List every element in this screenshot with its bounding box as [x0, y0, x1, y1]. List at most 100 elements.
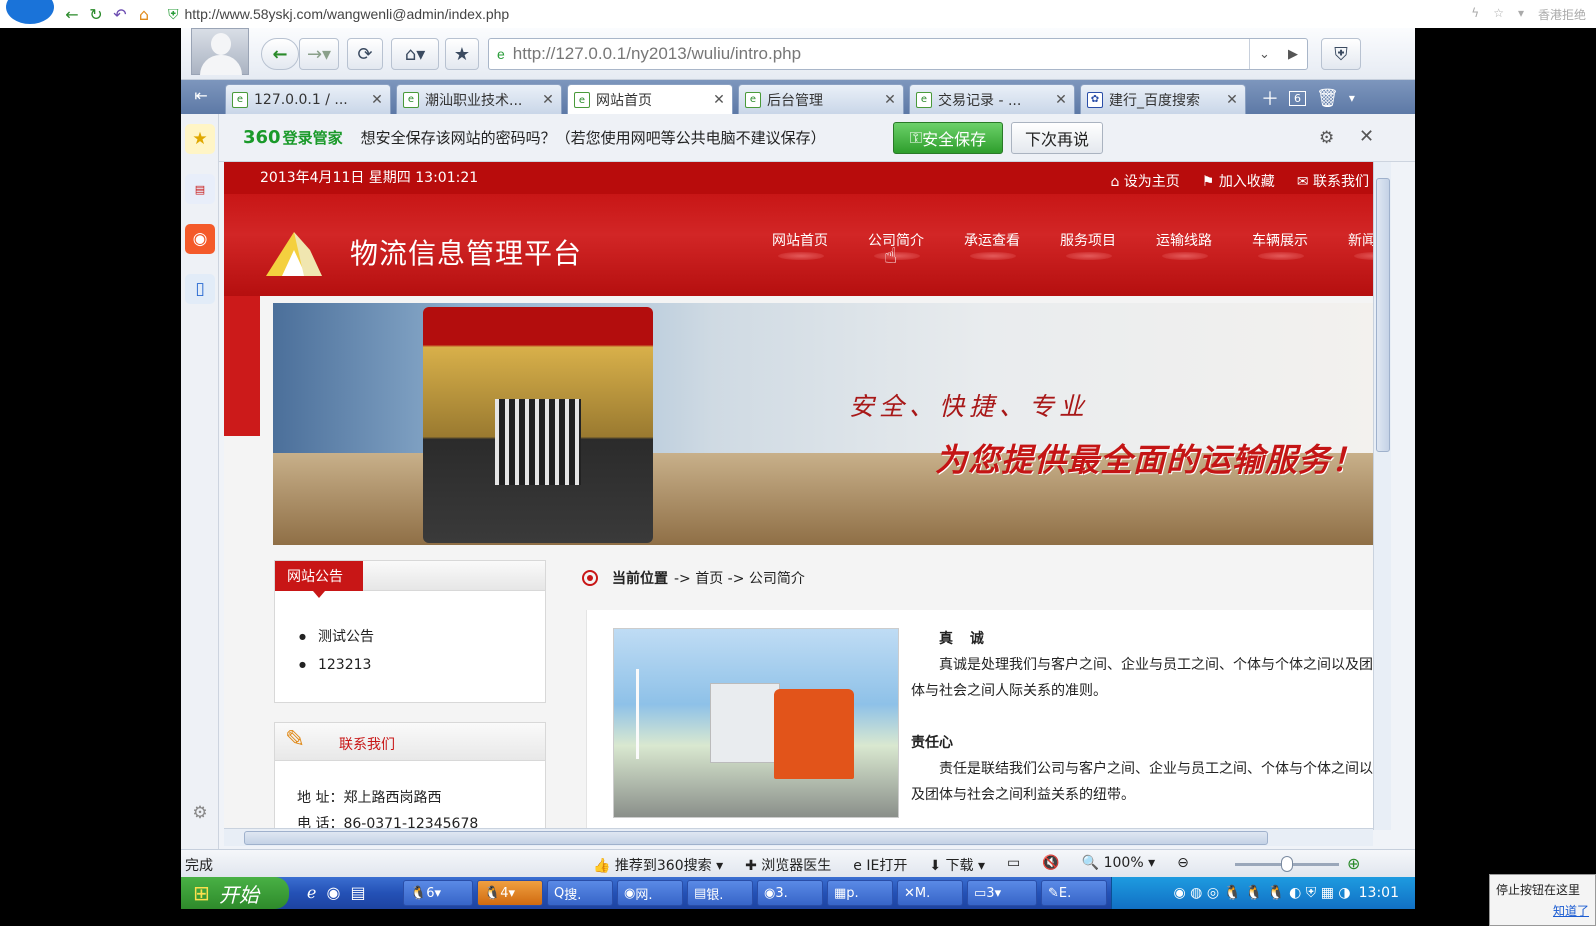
trash-icon[interactable]: 🗑	[1316, 88, 1339, 109]
ie-open-button[interactable]: e IE打开	[853, 855, 907, 875]
browser-doctor-button[interactable]: ✚ 浏览器医生	[745, 855, 831, 875]
gear-icon[interactable]: ⚙	[1319, 128, 1334, 148]
address-dropdown[interactable]: ⌄ ▶	[1249, 39, 1307, 69]
shield-icon: ⛨	[168, 5, 179, 22]
article-paragraph-1: 真诚是处理我们与客户之间、企业与员工之间、个体与个体之间以及团体与社会之间人际关…	[911, 657, 1373, 699]
task-3[interactable]: ◉ 3.	[757, 880, 823, 906]
home-button[interactable]: ⌂▾	[391, 38, 439, 70]
recommend-360-button[interactable]: 👍 推荐到360搜索 ▾	[593, 855, 723, 875]
close-icon[interactable]: ✕	[712, 92, 726, 108]
tab-2[interactable]: e 潮汕职业技术... ✕	[396, 84, 562, 114]
tab-3-active[interactable]: e 网站首页 ✕	[567, 84, 733, 115]
vertical-scrollbar[interactable]	[1373, 162, 1391, 830]
contact-phone: 电 话：86-0371-12345678	[297, 816, 479, 828]
nav-intro[interactable]: 公司简介	[868, 230, 964, 260]
breadcrumb-path[interactable]: -> 首页 -> 公司简介	[674, 568, 805, 588]
chevron-down-icon[interactable]: ⌄	[1259, 46, 1270, 62]
home-icon[interactable]: ⌂	[132, 5, 156, 24]
tab-count-badge[interactable]: 6	[1289, 90, 1306, 106]
set-homepage-label: 设为主页	[1123, 174, 1180, 190]
new-tab-icon[interactable]: ＋	[1261, 85, 1279, 111]
nav-services[interactable]: 服务项目	[1060, 230, 1156, 260]
back-button[interactable]: ←	[261, 38, 299, 70]
later-button[interactable]: 下次再说	[1011, 122, 1103, 154]
contact-link[interactable]: ✉ 联系我们	[1297, 171, 1369, 191]
screen-icon[interactable]: ▭	[1007, 855, 1020, 875]
zoom-button[interactable]: 🔍 100% ▾	[1082, 855, 1155, 875]
task-bank[interactable]: ▤ 银.	[687, 880, 753, 906]
vertical-scroll-thumb[interactable]	[1376, 178, 1390, 452]
folder-icon[interactable]: ▤	[350, 883, 365, 902]
task-p[interactable]: ▦ p.	[827, 880, 893, 906]
favorites-star-icon[interactable]: ★	[185, 124, 215, 154]
forward-button[interactable]: →▾	[299, 38, 339, 70]
truck-photo	[613, 628, 899, 818]
refresh-button[interactable]: ⟳	[347, 38, 383, 70]
notice-title: 网站公告	[275, 561, 363, 598]
star-icon[interactable]: ☆	[1493, 6, 1504, 23]
nav-carrier[interactable]: 承运查看	[964, 230, 1060, 260]
tab-1[interactable]: e 127.0.0.1 / ... ✕	[225, 84, 391, 114]
tab-label: 建行_百度搜索	[1109, 92, 1200, 109]
tab-6[interactable]: ✿ 建行_百度搜索 ✕	[1080, 84, 1246, 114]
task-folder[interactable]: ▭ 3 ▾	[967, 880, 1037, 906]
safe-save-button[interactable]: ⚿ 安全保存	[893, 122, 1003, 154]
start-button[interactable]: 开始	[181, 877, 289, 909]
chevron-down-icon[interactable]: ▾	[1518, 6, 1524, 23]
go-arrow-icon[interactable]: ▶	[1288, 46, 1298, 62]
refresh-icon[interactable]: ↻	[84, 5, 108, 24]
browser-icon[interactable]: ◉	[326, 883, 340, 902]
tab-tools: ＋ 6 🗑 ▾	[1261, 85, 1355, 111]
close-icon[interactable]: ✕	[1054, 92, 1068, 108]
task-search[interactable]: Q 搜.	[547, 880, 613, 906]
set-homepage-link[interactable]: ⌂ 设为主页	[1110, 171, 1179, 191]
zoom-out-icon[interactable]: ⊖	[1177, 855, 1189, 875]
nav-news[interactable]: 新闻	[1348, 230, 1373, 260]
news-icon[interactable]: ▤	[185, 174, 215, 204]
favorites-button[interactable]: ★	[445, 38, 479, 70]
quick-launch: ℯ ◉ ▤	[307, 883, 366, 902]
close-icon[interactable]: ✕	[370, 92, 384, 108]
back-arrow-icon[interactable]: ←	[60, 5, 84, 24]
task-e[interactable]: ✎ E.	[1041, 880, 1107, 906]
close-icon[interactable]: ✕	[1359, 126, 1374, 147]
add-favorite-link[interactable]: ⚑ 加入收藏	[1202, 171, 1275, 191]
close-icon[interactable]: ✕	[541, 92, 555, 108]
close-icon[interactable]: ✕	[883, 92, 897, 108]
address-bar[interactable]: e http://127.0.0.1/ny2013/wuliu/intro.ph…	[488, 38, 1308, 70]
banner-slogan-2: 为您提供最全面的运输服务！	[935, 441, 1365, 479]
mute-icon[interactable]: 🔇	[1042, 855, 1059, 875]
nav-home[interactable]: 网站首页	[772, 230, 868, 260]
tray-icons[interactable]: ◉ ◍ ◎ 🐧 🐧 🐧 ◐ ⛨ ▦ ◑	[1173, 885, 1350, 901]
task-excel[interactable]: ✕ M.	[897, 880, 963, 906]
task-qq-1[interactable]: 🐧 6 ▾	[403, 880, 473, 906]
security-button[interactable]: ⛨	[1321, 38, 1361, 70]
close-icon[interactable]: ✕	[1225, 92, 1239, 108]
lightning-icon[interactable]: ϟ	[1471, 6, 1479, 23]
chevron-down-icon[interactable]: ▾	[1349, 91, 1355, 105]
zoom-slider-handle[interactable]	[1281, 856, 1293, 872]
sidebar-toggle-icon[interactable]: ⇤	[187, 86, 215, 108]
notice-item[interactable]: 测试公告	[299, 623, 374, 651]
status-bar: 完成 👍 推荐到360搜索 ▾ ✚ 浏览器医生 e IE打开 ⬇ 下载 ▾ ▭ …	[181, 849, 1415, 877]
weibo-icon[interactable]: ◉	[185, 224, 215, 254]
mobile-icon[interactable]: ▯	[185, 274, 215, 304]
user-avatar[interactable]	[191, 28, 249, 75]
baidu-paw-icon: ✿	[1087, 91, 1103, 108]
nav-vehicles[interactable]: 车辆展示	[1252, 230, 1348, 260]
horizontal-scrollbar[interactable]	[224, 828, 1373, 846]
nav-routes[interactable]: 运输线路	[1156, 230, 1252, 260]
settings-gear-icon[interactable]: ⚙	[185, 798, 215, 828]
outer-address[interactable]: ⛨ http://www.58yskj.com/wangwenli@admin/…	[168, 6, 509, 23]
zoom-in-icon[interactable]: ⊕	[1347, 854, 1360, 873]
tab-5[interactable]: e 交易记录 - ... ✕	[909, 84, 1075, 114]
notice-item[interactable]: 123213	[299, 651, 374, 679]
ie-icon[interactable]: ℯ	[307, 883, 316, 902]
horizontal-scroll-thumb[interactable]	[244, 831, 1268, 845]
download-button[interactable]: ⬇ 下载 ▾	[929, 855, 985, 875]
task-web[interactable]: ◉ 网.	[617, 880, 683, 906]
task-qq-2[interactable]: 🐧 4 ▾	[477, 880, 543, 906]
undo-icon[interactable]: ↶	[108, 5, 132, 24]
got-it-link[interactable]: 知道了	[1496, 902, 1589, 919]
tab-4[interactable]: e 后台管理 ✕	[738, 84, 904, 114]
